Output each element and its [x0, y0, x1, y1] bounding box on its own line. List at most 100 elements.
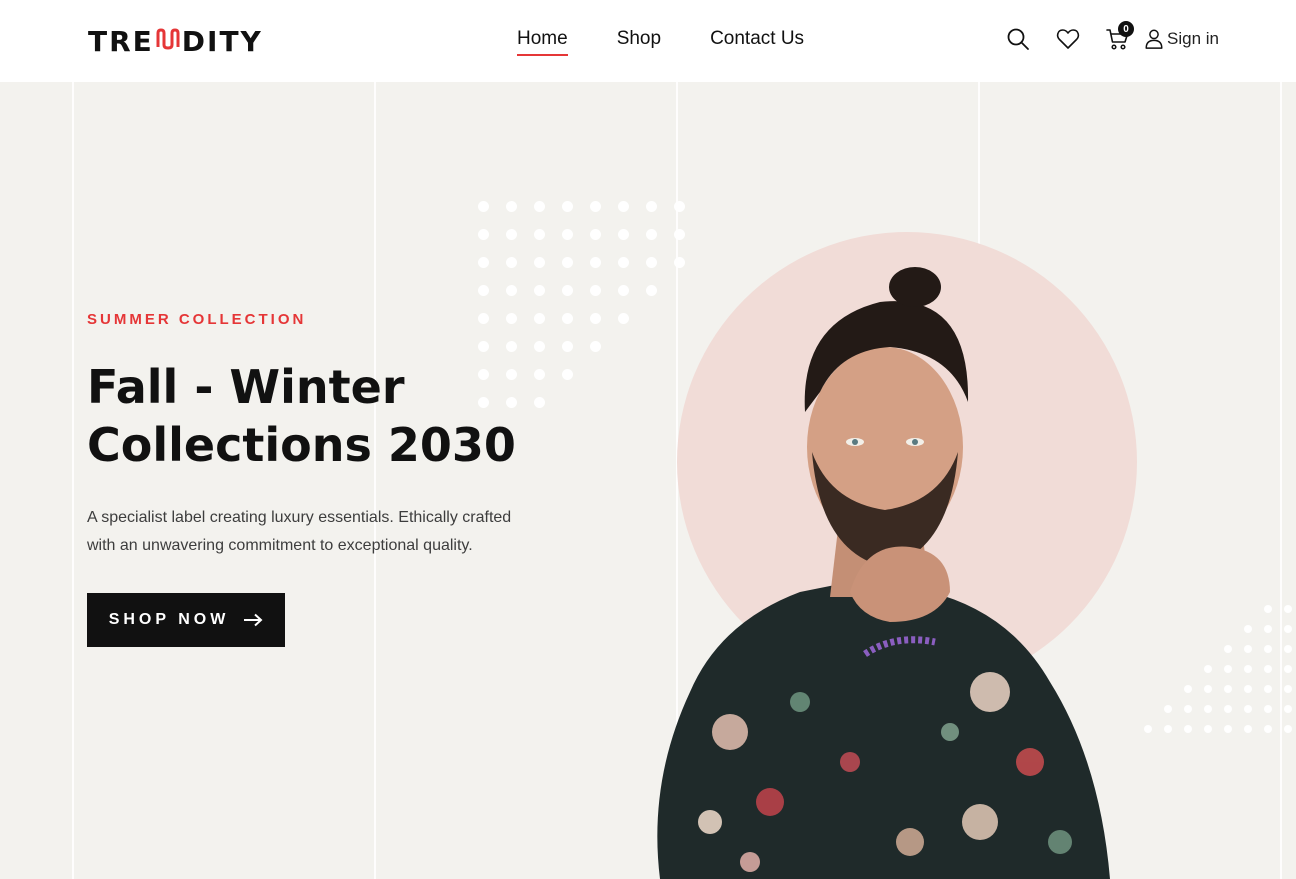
- decor-dot: [562, 341, 573, 352]
- decor-dot: [590, 257, 601, 268]
- decor-dot: [618, 285, 629, 296]
- shop-now-label: SHOP NOW: [108, 611, 230, 628]
- decor-dot: [590, 341, 601, 352]
- decor-dot: [534, 201, 545, 212]
- decor-dot: [562, 229, 573, 240]
- site-header: TRE DITY Home Shop Contact Us 0 Sign in: [0, 0, 1296, 82]
- decor-dot: [1164, 705, 1172, 713]
- cart-count-badge: 0: [1118, 21, 1134, 37]
- decor-dot: [590, 285, 601, 296]
- decor-dot: [674, 229, 685, 240]
- hero-eyebrow: SUMMER COLLECTION: [87, 311, 307, 328]
- decor-dot: [1244, 665, 1252, 673]
- header-actions: 0 Sign in: [1003, 21, 1219, 54]
- decor-dot: [506, 313, 517, 324]
- decor-dot: [1264, 725, 1272, 733]
- decor-dot: [1224, 665, 1232, 673]
- decor-dot: [478, 285, 489, 296]
- heart-icon: [1056, 29, 1080, 49]
- decor-dot: [506, 285, 517, 296]
- grid-line: [1280, 82, 1282, 879]
- decor-dot: [1284, 605, 1292, 613]
- decor-dot: [506, 341, 517, 352]
- hero-title: Fall - Winter Collections 2030: [87, 360, 516, 472]
- decor-dot: [1284, 725, 1292, 733]
- logo-text-right: DITY: [181, 24, 263, 58]
- decor-dot: [1284, 665, 1292, 673]
- decor-dot: [1204, 685, 1212, 693]
- decor-dot: [1264, 665, 1272, 673]
- decor-dot: [562, 313, 573, 324]
- decor-dot: [646, 229, 657, 240]
- decor-dot: [1204, 665, 1212, 673]
- decor-dot: [534, 341, 545, 352]
- decor-dot: [506, 201, 517, 212]
- decor-dot: [506, 257, 517, 268]
- cart-button[interactable]: 0: [1103, 21, 1134, 54]
- decor-dot: [590, 313, 601, 324]
- decor-dot: [1224, 645, 1232, 653]
- decor-dot: [1284, 685, 1292, 693]
- grid-line: [72, 82, 74, 879]
- decor-dot: [478, 341, 489, 352]
- decor-dot: [562, 285, 573, 296]
- decor-dot: [618, 313, 629, 324]
- hero-description: A specialist label creating luxury essen…: [87, 509, 512, 554]
- decor-dot: [1284, 645, 1292, 653]
- decor-dot: [478, 229, 489, 240]
- decor-dot: [506, 229, 517, 240]
- decor-dot: [1184, 725, 1192, 733]
- arrow-right-icon: [244, 613, 263, 627]
- decor-dot: [534, 313, 545, 324]
- decor-dot: [1244, 685, 1252, 693]
- decor-dot: [618, 229, 629, 240]
- nav-home[interactable]: Home: [517, 28, 568, 56]
- decor-dot: [534, 257, 545, 268]
- nav-shop[interactable]: Shop: [617, 28, 661, 56]
- decor-dot: [590, 201, 601, 212]
- decor-dot: [1264, 645, 1272, 653]
- decor-dot: [562, 369, 573, 380]
- decor-dot: [1264, 705, 1272, 713]
- nav-contact-us[interactable]: Contact Us: [710, 28, 804, 56]
- decor-dot: [618, 201, 629, 212]
- decor-dot: [646, 201, 657, 212]
- decor-dot: [1184, 705, 1192, 713]
- logo-text-left: TRE: [88, 24, 154, 58]
- decor-dot: [1204, 725, 1212, 733]
- user-icon: [1145, 29, 1163, 49]
- decor-dot: [674, 201, 685, 212]
- decor-dot: [1244, 705, 1252, 713]
- search-button[interactable]: [1003, 24, 1033, 54]
- sign-in-link[interactable]: Sign in: [1143, 28, 1219, 50]
- decor-dot: [1184, 685, 1192, 693]
- search-icon: [1007, 28, 1029, 50]
- brand-logo[interactable]: TRE DITY: [88, 24, 263, 58]
- decor-dot: [478, 257, 489, 268]
- decor-dot: [1164, 725, 1172, 733]
- decor-dot: [1264, 605, 1272, 613]
- decor-dot: [478, 201, 489, 212]
- decor-dot: [1224, 705, 1232, 713]
- decor-dot: [1144, 725, 1152, 733]
- grid-line: [374, 82, 376, 879]
- decor-dot: [562, 257, 573, 268]
- main-nav: Home Shop Contact Us: [517, 28, 804, 56]
- logo-mark: [155, 27, 181, 56]
- decor-dot: [534, 229, 545, 240]
- decor-dot: [1284, 625, 1292, 633]
- decor-dot: [1244, 645, 1252, 653]
- decor-dot: [1244, 725, 1252, 733]
- hero-model-image: [657, 267, 1110, 879]
- decor-dot: [1264, 685, 1272, 693]
- decor-dot: [1284, 705, 1292, 713]
- wishlist-button[interactable]: [1053, 24, 1083, 54]
- decor-dot: [534, 285, 545, 296]
- decor-dot: [1224, 725, 1232, 733]
- decor-dot: [618, 257, 629, 268]
- decor-dot: [1224, 685, 1232, 693]
- decor-dot: [1204, 705, 1212, 713]
- decor-dot: [478, 313, 489, 324]
- shop-now-button[interactable]: SHOP NOW: [87, 593, 285, 647]
- sign-in-label: Sign in: [1167, 29, 1219, 48]
